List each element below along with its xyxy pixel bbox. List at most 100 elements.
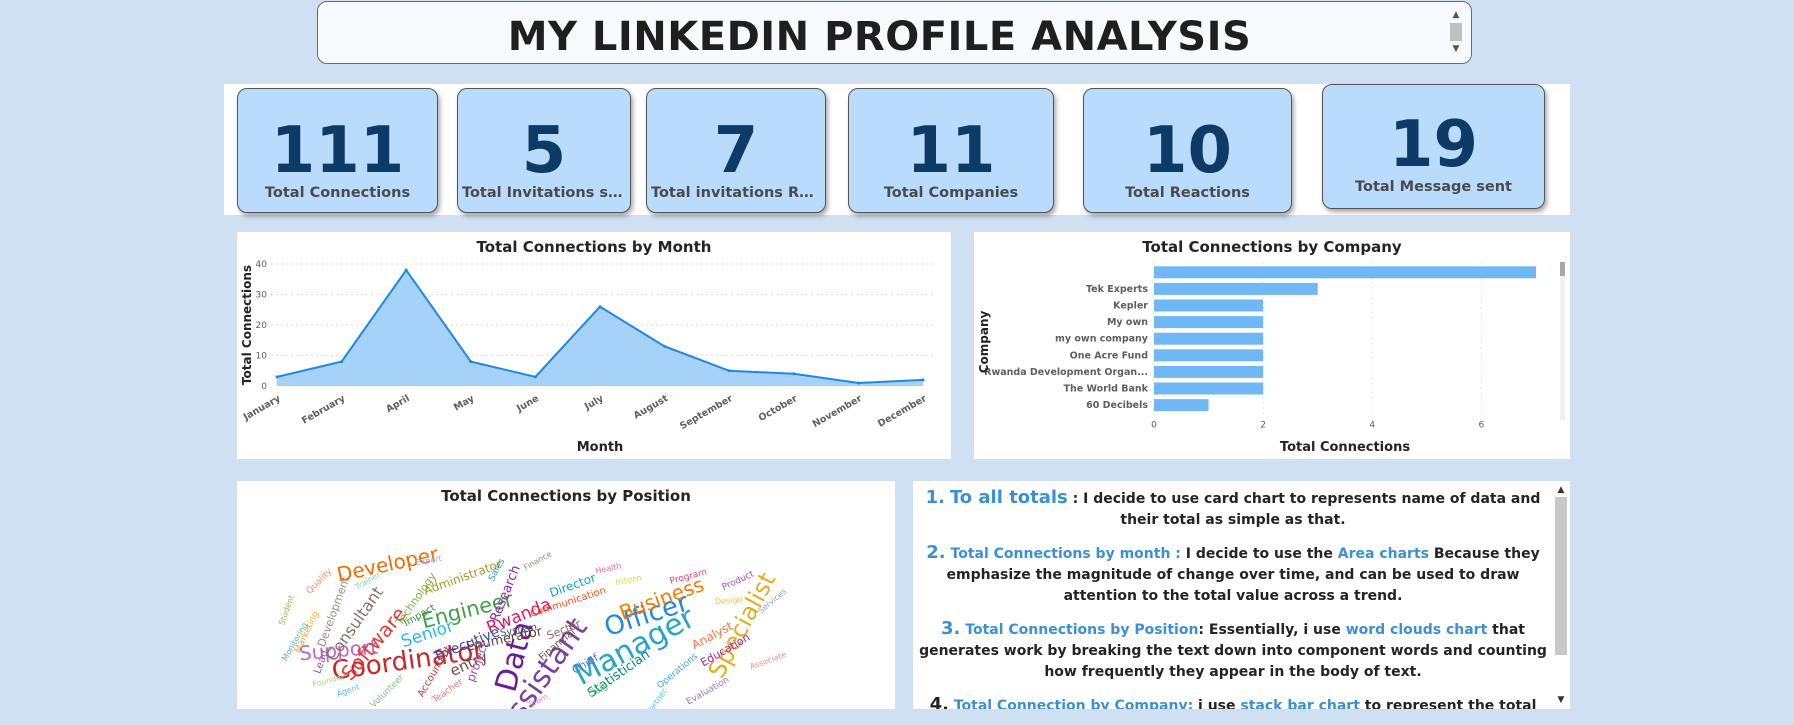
card-value: 10 [1142, 114, 1233, 188]
title-scrollbar[interactable]: ▲ ▼ [1449, 10, 1463, 58]
card-value: 11 [906, 114, 996, 188]
note-2: 2. Total Connections by month : I decide… [919, 542, 1547, 607]
card-label: Total Companies [883, 185, 1019, 201]
card-invitations-sent[interactable]: 5 Total Invitations sent [457, 88, 631, 213]
x-tick-label: October [757, 393, 800, 424]
month-chart-panel: Total Connections by Month 0 10 20 30 40 Janu… [237, 232, 951, 459]
y-axis-title: Total Connections [240, 265, 254, 385]
y-tick-label: 40 [256, 260, 268, 270]
note-text: : I decide to use card chart to represen… [1067, 491, 1541, 528]
note-text: : Essentially, i use [1198, 622, 1346, 638]
y-tick-label: Tek Experts [1086, 284, 1148, 295]
card-value: 7 [713, 114, 759, 188]
word: Quality [305, 566, 335, 596]
dashboard-title: MY LINKEDIN PROFILE ANALYSIS [507, 14, 1252, 60]
x-tick-label: 6 [1479, 420, 1485, 430]
scroll-thumb[interactable] [1450, 23, 1462, 41]
word: Associate [749, 650, 788, 672]
note-heading: Total Connections by Position [965, 622, 1199, 638]
x-tick-label: June [514, 393, 541, 415]
bar [1154, 299, 1264, 312]
y-tick-label: The World Bank [1064, 384, 1149, 395]
word: Student [277, 594, 296, 627]
chart-scrollbar-thumb [1560, 262, 1565, 276]
note-heading: Total Connections by month [950, 546, 1171, 562]
card-label: Total Connections [264, 185, 411, 201]
y-tick-label: my own company [1055, 334, 1149, 345]
data-point [727, 369, 731, 373]
data-point [275, 375, 279, 379]
y-tick-label: 30 [256, 291, 268, 301]
x-tick-label: 0 [1151, 420, 1157, 430]
card-label: Total invitations Recei... [651, 185, 825, 201]
bar [1154, 399, 1209, 412]
word: Partner [645, 686, 669, 709]
y-tick-label: My own [1107, 317, 1148, 328]
x-tick-label: May [452, 393, 477, 414]
bar [1154, 332, 1264, 345]
x-tick-label: February [300, 393, 348, 427]
word: Operations [656, 652, 701, 692]
word: Founder [311, 672, 346, 689]
x-tick-label: 2 [1260, 420, 1266, 430]
bar [1154, 349, 1264, 362]
note-3: 3. Total Connections by Position: Essent… [919, 618, 1547, 683]
x-tick-label: November [811, 393, 864, 430]
card-label: Total Message sent [1355, 179, 1512, 195]
card-total-reactions[interactable]: 10 Total Reactions [1083, 88, 1292, 213]
y-tick-label: 60 Decibels [1086, 400, 1148, 411]
note-highlight: stack bar chart [1240, 698, 1360, 709]
note-number: 4. [929, 694, 949, 709]
word: Evaluation [685, 675, 731, 707]
data-point [921, 378, 925, 382]
explanation-notes-panel: 1. To all totals : I decide to use card … [913, 481, 1570, 709]
bar [1154, 282, 1318, 295]
x-tick-label: January [241, 393, 283, 424]
data-point [404, 268, 408, 272]
bar [1154, 316, 1264, 329]
data-point [856, 381, 860, 385]
month-area-chart[interactable]: 0 10 20 30 40 January February April May June July… [237, 232, 951, 459]
note-text: i use [1193, 698, 1241, 709]
y-tick-label: 20 [256, 321, 268, 331]
x-tick-label: August [632, 393, 671, 422]
card-invitations-received[interactable]: 7 Total invitations Recei... [646, 88, 826, 213]
note-highlight: word clouds chart [1345, 622, 1488, 638]
card-value: 5 [521, 114, 567, 188]
dashboard-title-box: MY LINKEDIN PROFILE ANALYSIS ▲ ▼ [317, 1, 1472, 64]
company-bar-chart[interactable]: 0 2 4 6 Tek Experts Kepler My own my own compan… [974, 232, 1570, 459]
scroll-up-icon[interactable]: ▲ [1554, 485, 1568, 495]
card-value: 111 [270, 114, 405, 188]
word: Health [595, 561, 623, 575]
bar [1154, 365, 1264, 378]
scroll-up-icon[interactable]: ▲ [1449, 10, 1463, 20]
data-point [469, 360, 473, 364]
card-total-messages[interactable]: 19 Total Message sent [1322, 84, 1545, 209]
company-chart-panel: Total Connections by Company 0 2 4 6 Tek Exp… [974, 232, 1570, 459]
scroll-down-icon[interactable]: ▼ [1554, 695, 1568, 705]
data-point [663, 344, 667, 348]
card-total-companies[interactable]: 11 Total Companies [848, 88, 1054, 213]
note-number: 2. [926, 542, 946, 563]
notes-scrollbar[interactable]: ▲ ▼ [1554, 485, 1568, 705]
scroll-track[interactable] [1555, 497, 1567, 693]
scroll-thumb[interactable] [1555, 497, 1567, 655]
x-tick-label: July [582, 393, 606, 413]
position-word-cloud[interactable]: Coordinator ManagerAssistantDataOfficer Sp… [237, 481, 895, 709]
x-axis-title: Total Connections [1280, 440, 1410, 455]
card-total-connections[interactable]: 111 Total Connections [237, 88, 438, 213]
card-value: 19 [1388, 108, 1479, 182]
word: Finance [522, 549, 553, 572]
x-tick-label: 4 [1369, 420, 1375, 430]
area-fill [277, 270, 923, 386]
x-tick-label: December [876, 393, 929, 430]
note-1: 1. To all totals : I decide to use card … [919, 487, 1547, 531]
bar [1154, 266, 1536, 279]
scroll-down-icon[interactable]: ▼ [1449, 44, 1463, 54]
note-separator: : [1170, 546, 1186, 562]
data-point [792, 372, 796, 376]
notes-content: 1. To all totals : I decide to use card … [919, 487, 1547, 709]
note-number: 3. [941, 618, 961, 639]
note-4: 4. Total Connection by Company: i use st… [919, 694, 1547, 709]
note-number: 1. [925, 487, 945, 508]
